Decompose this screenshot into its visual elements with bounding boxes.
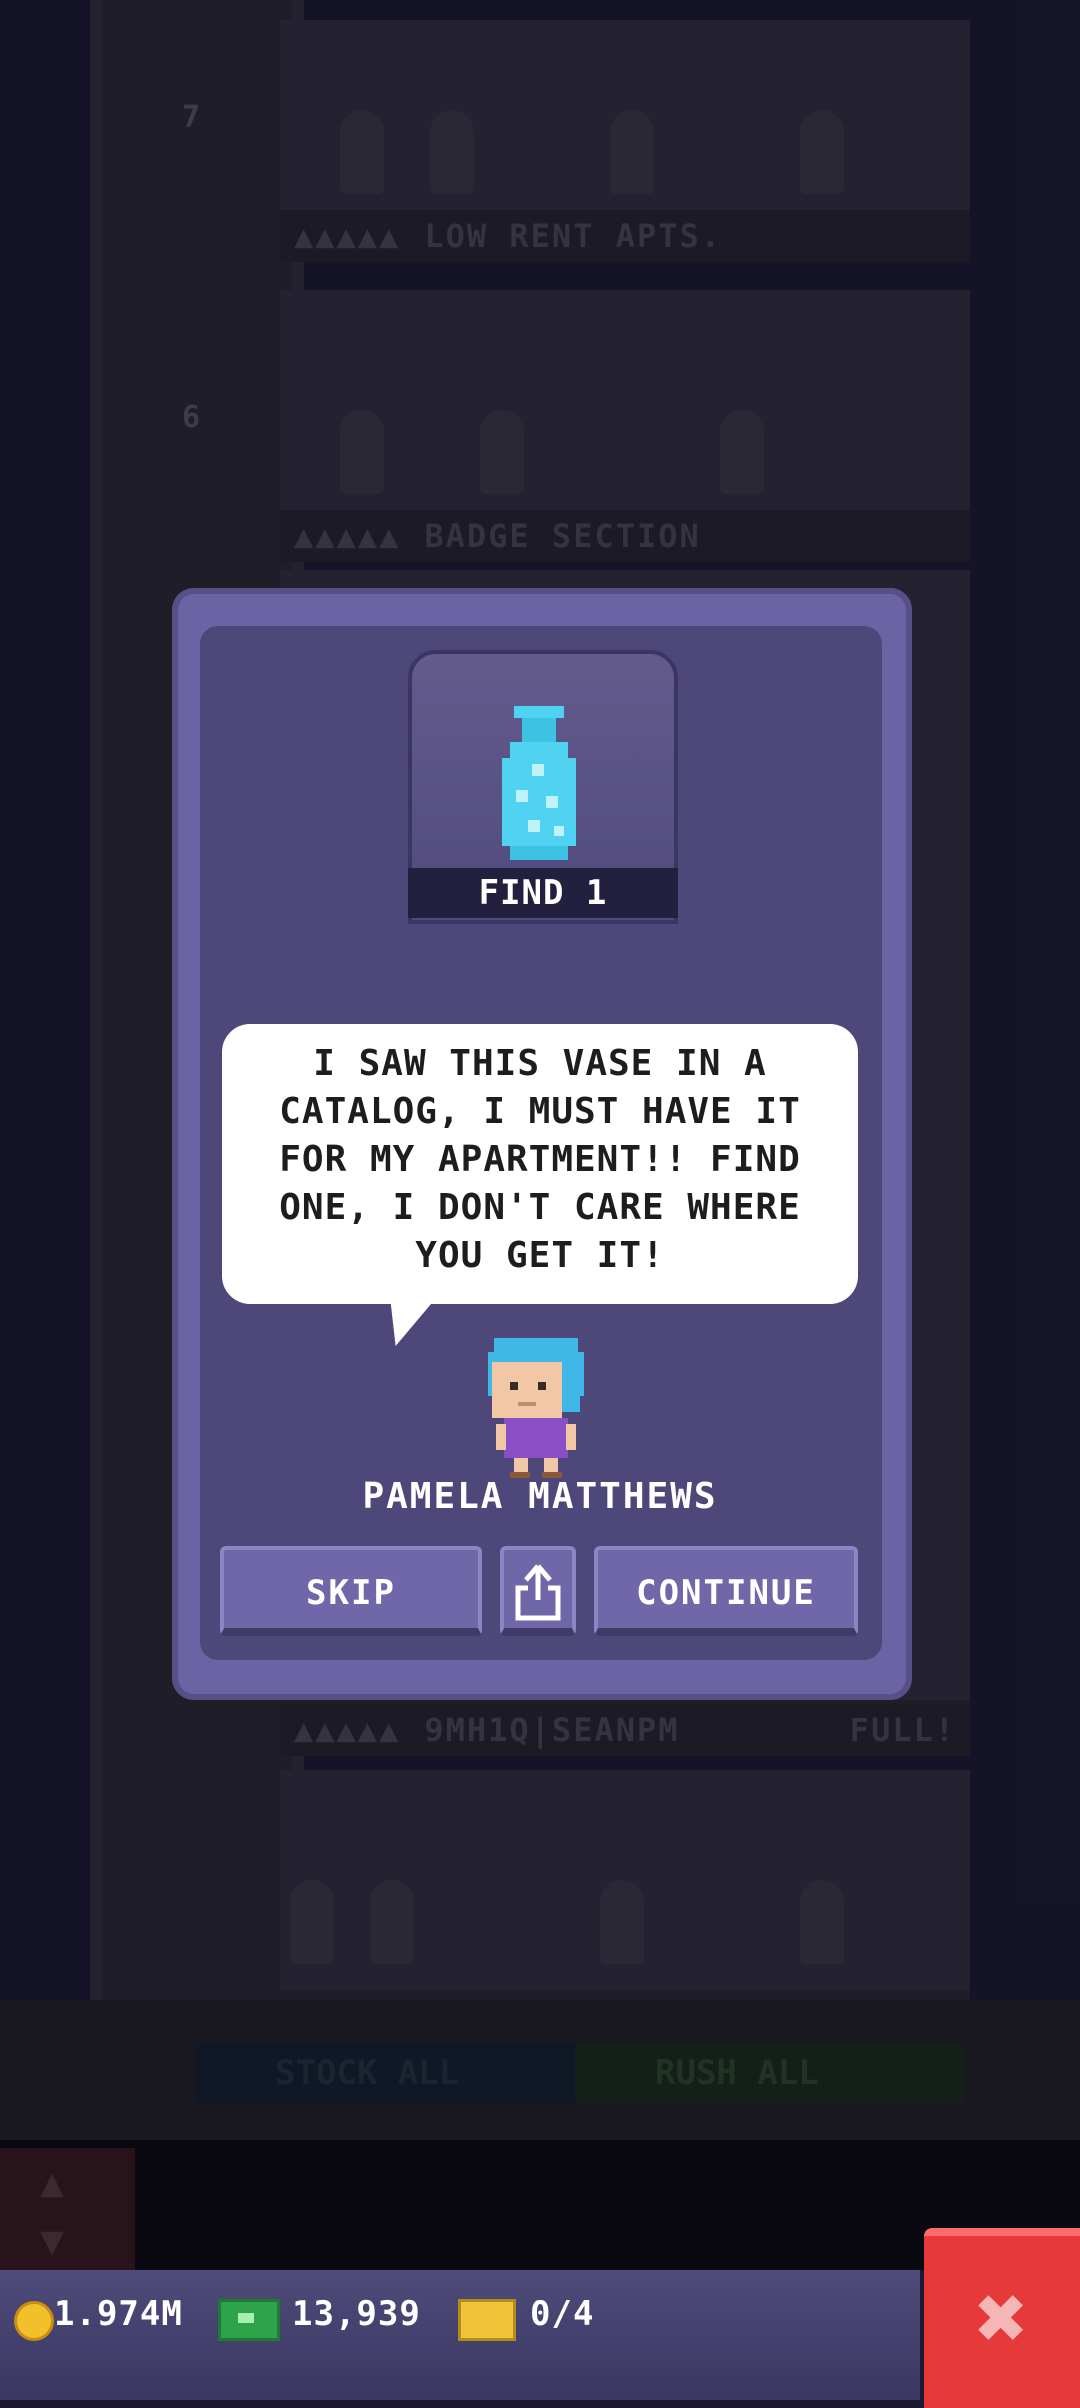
find-count-label: FIND 1 bbox=[408, 868, 678, 918]
coin-icon bbox=[14, 2301, 54, 2341]
skip-button[interactable]: SKIP bbox=[220, 1546, 482, 1636]
share-button[interactable] bbox=[500, 1546, 576, 1636]
vase-icon bbox=[502, 706, 576, 860]
close-icon: ✖ bbox=[975, 2266, 1029, 2369]
continue-button[interactable]: CONTINUE bbox=[594, 1546, 858, 1636]
coin-count: 1.974M bbox=[54, 2294, 183, 2334]
mission-message: I SAW THIS VASE IN A CATALOG, I MUST HAV… bbox=[279, 1043, 801, 1276]
ticket-count: 0/4 bbox=[530, 2294, 595, 2334]
npc-avatar bbox=[488, 1338, 584, 1478]
bux-count: 13,939 bbox=[292, 2294, 421, 2334]
npc-name: PAMELA MATTHEWS bbox=[362, 1476, 718, 1517]
ticket-icon bbox=[458, 2299, 516, 2341]
share-icon bbox=[515, 1564, 561, 1621]
close-button[interactable]: ✖ bbox=[924, 2228, 1080, 2408]
tower-bux-icon bbox=[218, 2299, 280, 2341]
